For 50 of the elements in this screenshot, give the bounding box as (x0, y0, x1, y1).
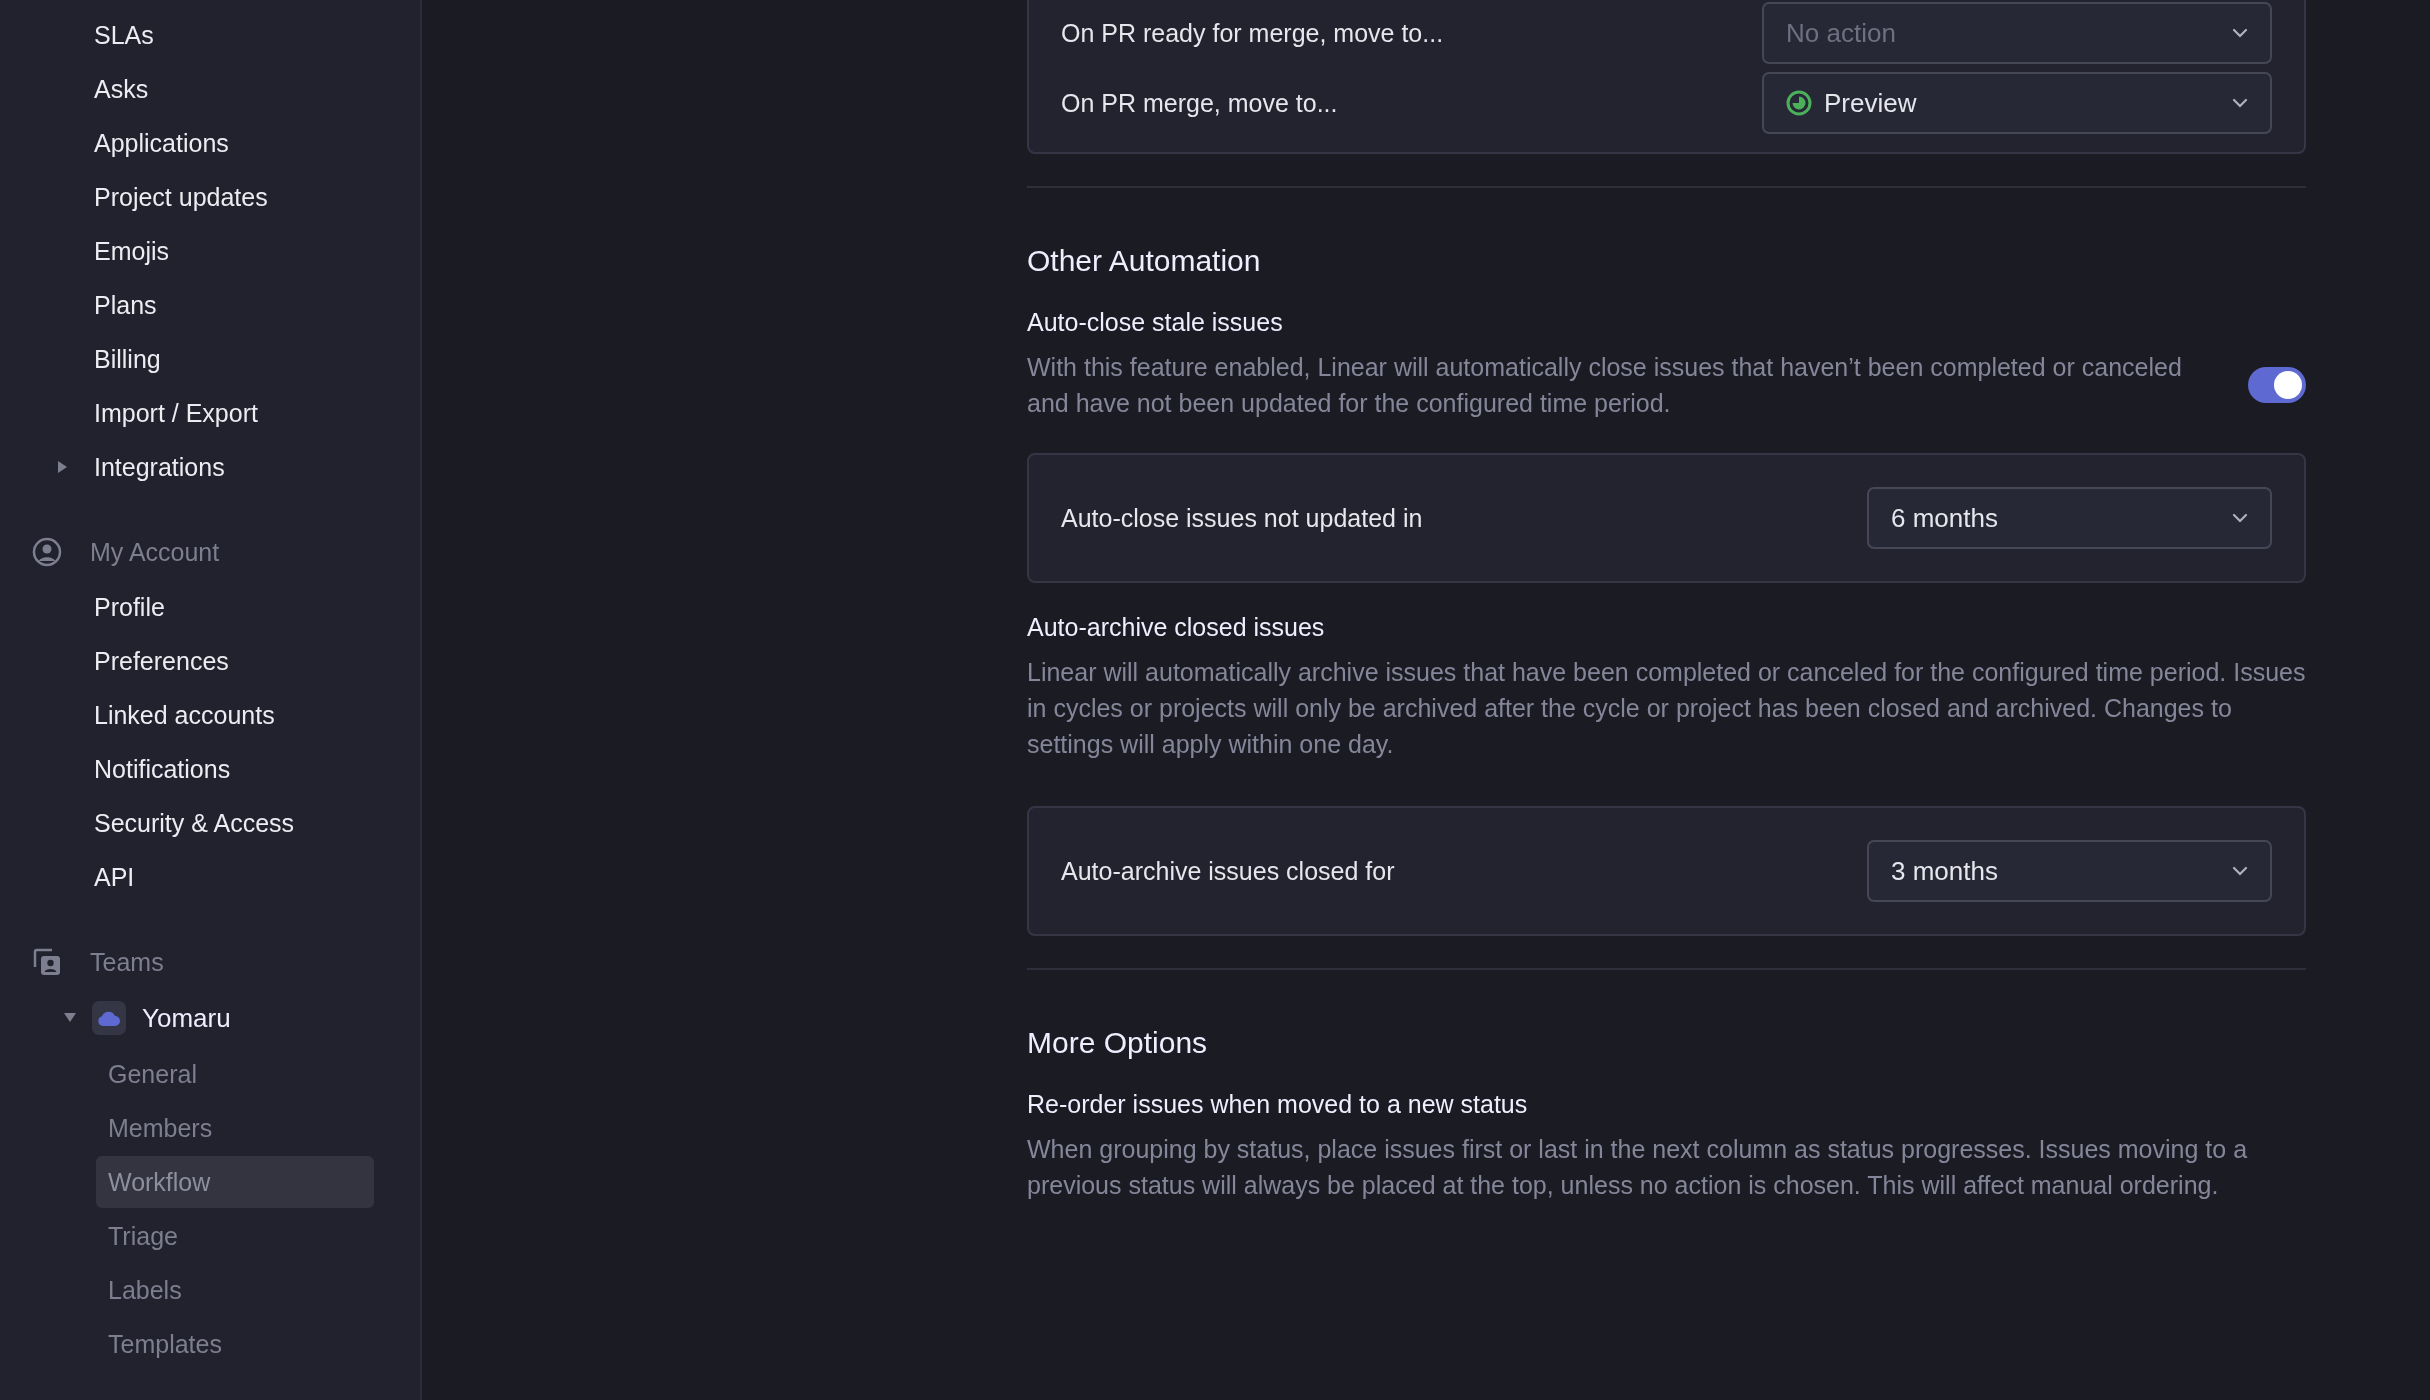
section-heading: Other Automation (1027, 244, 1262, 278)
caret-right-icon[interactable] (58, 461, 68, 473)
setting-label: Auto-close issues not updated in (1061, 503, 1423, 533)
setting-title: Auto-close stale issues (1027, 308, 1284, 337)
sidebar-item[interactable]: Plans (30, 278, 390, 332)
user-circle-icon (32, 537, 62, 567)
chevron-down-icon (2232, 866, 2248, 876)
sidebar-item[interactable]: API (30, 850, 390, 904)
duration-dropdown[interactable]: 3 months (1867, 840, 2272, 902)
section-heading: More Options (1027, 1026, 1209, 1060)
chevron-down-icon (2232, 98, 2248, 108)
sidebar-item[interactable]: Asks (30, 62, 390, 116)
sidebar-item[interactable]: Workflow (96, 1156, 374, 1208)
cloud-icon (98, 1010, 120, 1026)
team-name[interactable]: Yomaru (142, 1002, 231, 1034)
sidebar-item[interactable]: Labels (96, 1264, 374, 1316)
sidebar-item[interactable]: Applications (30, 116, 390, 170)
sidebar-item[interactable]: Preferences (30, 634, 390, 688)
sidebar-item[interactable]: Templates (96, 1318, 374, 1370)
sidebar-item[interactable]: SLAs (30, 8, 390, 62)
sidebar-item[interactable]: Linked accounts (30, 688, 390, 742)
sidebar-item[interactable]: Billing (30, 332, 390, 386)
teams-icon (32, 947, 62, 977)
setting-description: When grouping by status, place issues first or last in the next column as status progresses. Issues moving to a previous status will always be placed at the top, unless no action is chosen. This will affect manual ordering. (1027, 1134, 2249, 1201)
sidebar-item[interactable]: Profile (30, 580, 390, 634)
toggle-switch[interactable] (2248, 367, 2306, 403)
caret-down-icon[interactable] (64, 1013, 76, 1023)
sidebar-item[interactable]: Emojis (30, 224, 390, 278)
setting-description: Linear will automatically archive issues that have been completed or canceled for the configured time period. Issues in cycles or projects will only be archived after the cycle or project has been closed and archived. Changes to settings will apply within one day. (1027, 657, 2306, 760)
section-heading: Teams (90, 947, 164, 977)
setting-label: On PR ready for merge, move to... (1061, 18, 1444, 48)
chevron-down-icon (2232, 28, 2248, 38)
status-dropdown[interactable]: Preview (1762, 72, 2272, 134)
sidebar-item[interactable]: Notifications (30, 742, 390, 796)
sidebar-item[interactable]: Members (96, 1102, 374, 1154)
section-heading: My Account (90, 537, 220, 567)
chevron-down-icon (2232, 513, 2248, 523)
duration-dropdown[interactable]: 6 months (1867, 487, 2272, 549)
setting-title: Auto-archive closed issues (1027, 613, 1326, 642)
sidebar-item[interactable]: Triage (96, 1210, 374, 1262)
setting-title: Re-order issues when moved to a new status (1027, 1090, 1529, 1119)
setting-description: With this feature enabled, Linear will automatically close issues that haven’t been completed or canceled and have not been updated for the configured time period. (1027, 352, 2183, 419)
sidebar-item[interactable]: Security & Access (30, 796, 390, 850)
sidebar-item[interactable]: Import / Export (30, 386, 390, 440)
setting-label: Auto-archive issues closed for (1061, 856, 1395, 886)
sidebar-item[interactable]: Project updates (30, 170, 390, 224)
status-circle-icon (1786, 90, 1812, 116)
sidebar-item[interactable]: General (96, 1048, 374, 1100)
setting-label: On PR merge, move to... (1061, 88, 1338, 118)
sidebar-item[interactable]: Integrations (30, 440, 390, 494)
